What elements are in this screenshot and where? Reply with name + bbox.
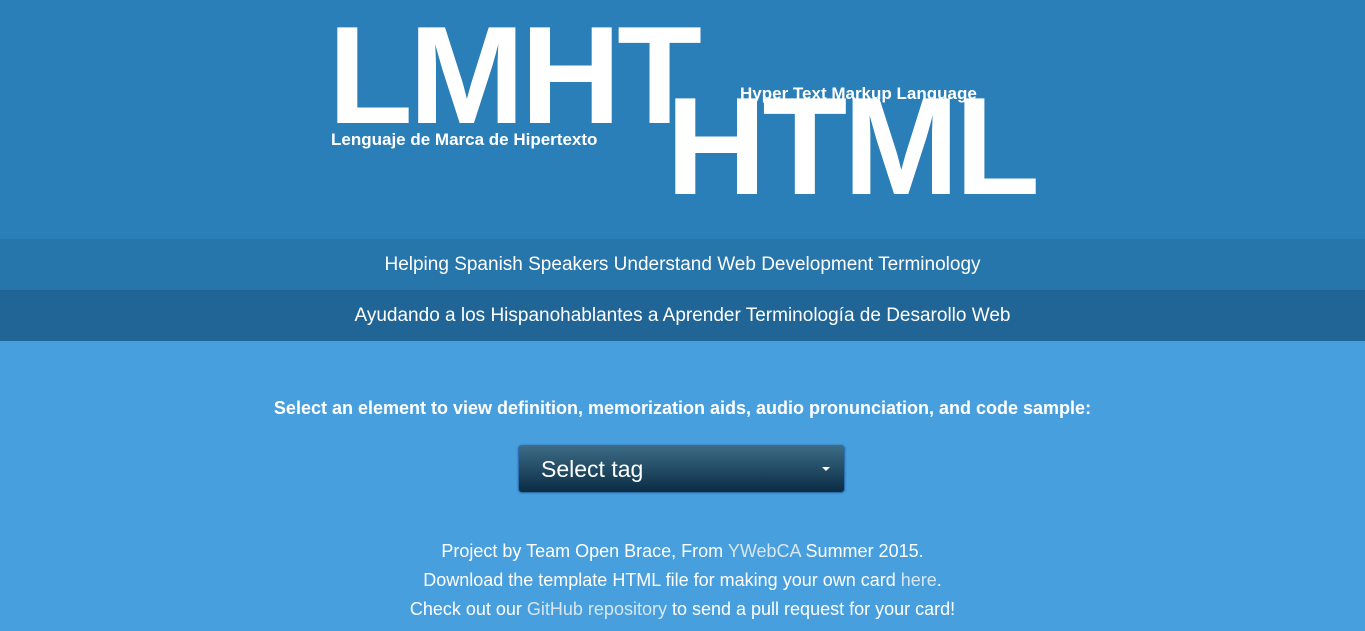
footer-text: . (936, 570, 942, 590)
tagline-spanish: Ayudando a los Hispanohablantes a Aprend… (0, 290, 1365, 341)
logo-lmht: LMHT (328, 0, 702, 153)
header: LMHT Hyper Text Markup Language HTML Len… (0, 0, 1365, 239)
caret-down-icon (822, 467, 830, 471)
footer-text: Check out our (409, 599, 527, 619)
footer-line-github: Check out our GitHub repository to send … (0, 595, 1365, 624)
tagline-english: Helping Spanish Speakers Understand Web … (0, 239, 1365, 290)
subtitle-spanish: Lenguaje de Marca de Hipertexto (331, 130, 598, 149)
footer-text: Summer 2015. (800, 541, 924, 561)
footer-text: to send a pull request for your card! (666, 599, 956, 619)
download-here-link[interactable]: here (901, 570, 937, 590)
footer: Project by Team Open Brace, From YWebCA … (0, 537, 1365, 624)
footer-line-project: Project by Team Open Brace, From YWebCA … (0, 537, 1365, 566)
footer-line-download: Download the template HTML file for maki… (0, 566, 1365, 595)
select-prompt: Select an element to view definition, me… (273, 398, 1092, 418)
logo-html: HTML (666, 69, 1040, 224)
github-repository-link[interactable]: GitHub repository (527, 599, 667, 619)
ywebca-link[interactable]: YWebCA (728, 541, 801, 561)
tag-select[interactable]: Select tag (518, 445, 845, 493)
footer-text: Download the template HTML file for maki… (423, 570, 901, 590)
tag-select-value: Select tag (541, 456, 644, 482)
footer-text: Project by Team Open Brace, From (441, 541, 728, 561)
